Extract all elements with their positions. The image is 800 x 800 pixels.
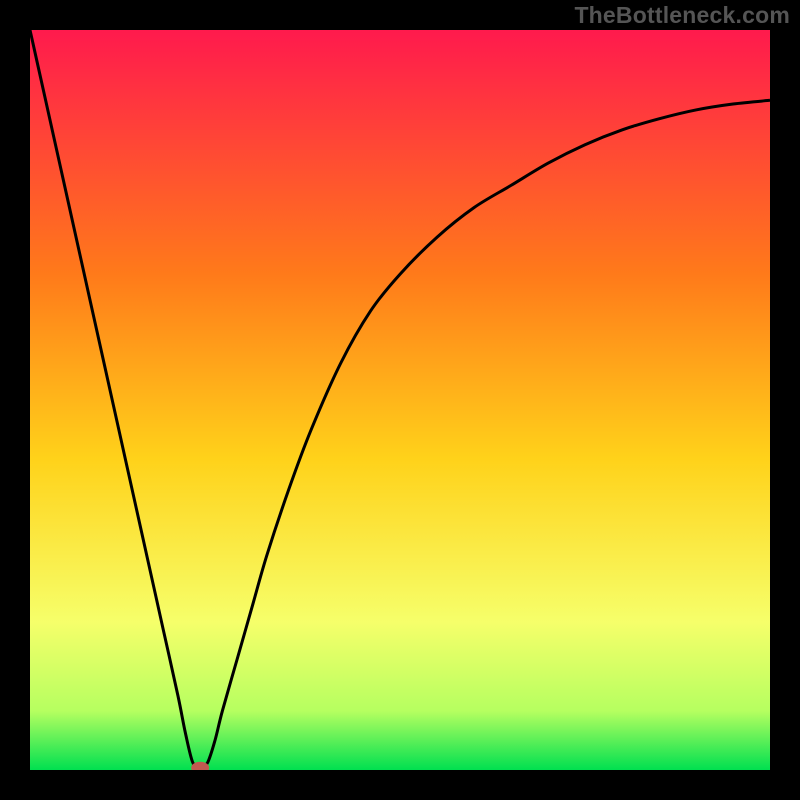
- bottleneck-chart: [30, 30, 770, 770]
- watermark-text: TheBottleneck.com: [574, 2, 790, 29]
- gradient-background: [30, 30, 770, 770]
- chart-frame: TheBottleneck.com: [0, 0, 800, 800]
